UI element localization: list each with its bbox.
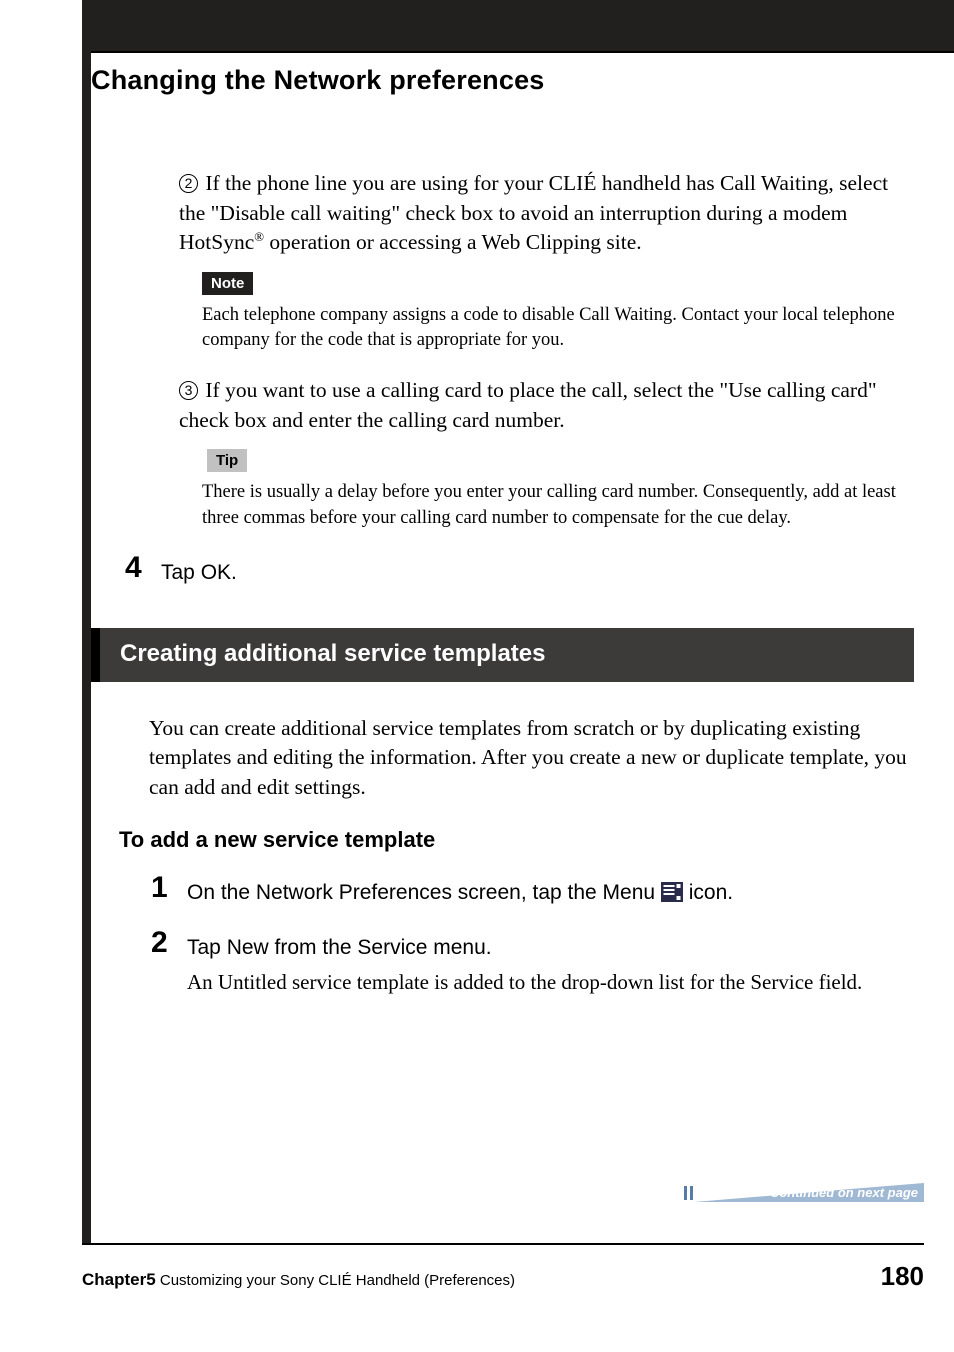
circled-number-3: 3	[179, 381, 198, 400]
menu-icon	[661, 881, 683, 910]
page-title: Changing the Network preferences	[91, 65, 914, 96]
top-black-band	[82, 0, 954, 51]
subsection-heading-bar: Creating additional service templates	[91, 628, 914, 682]
tip-body: There is usually a delay before you ente…	[179, 480, 914, 531]
step-1-text-after: icon.	[689, 881, 733, 904]
continued-tick-icon	[684, 1186, 687, 1200]
step-number-4: 4	[125, 553, 145, 583]
note-badge: Note	[202, 272, 253, 295]
step-1-text-before: On the Network Preferences screen, tap t…	[187, 881, 661, 904]
step-4-row: 4 Tap OK.	[125, 553, 914, 587]
step-number-1: 1	[151, 873, 171, 903]
page-number: 180	[881, 1261, 924, 1292]
substep-2-text-b: operation or accessing a Web Clipping si…	[264, 230, 642, 254]
circled-number-2: 2	[179, 174, 198, 193]
step-number-2: 2	[151, 928, 171, 958]
substep-2: 2 If the phone line you are using for yo…	[179, 169, 914, 258]
sub-sub-heading: To add a new service template	[119, 827, 914, 853]
footer-chapter-text: Customizing your Sony CLIÉ Handheld (Pre…	[156, 1272, 515, 1289]
substep-3-text: If you want to use a calling card to pla…	[179, 378, 877, 432]
step-2-detail: An Untitled service template is added to…	[187, 968, 914, 997]
page-footer: Chapter5 Customizing your Sony CLIÉ Hand…	[82, 1243, 924, 1292]
left-vertical-bar	[82, 0, 91, 1245]
continued-text: Continued on next page	[770, 1184, 918, 1202]
footer-chapter-label: Chapter5	[82, 1270, 156, 1289]
subsection-heading: Creating additional service templates	[120, 640, 894, 668]
step-1-row: 1 On the Network Preferences screen, tap…	[151, 873, 914, 910]
registered-mark: ®	[254, 230, 264, 244]
subsection-intro: You can create additional service templa…	[149, 714, 914, 803]
note-body: Each telephone company assigns a code to…	[179, 303, 914, 354]
continued-indicator: Continued on next page	[694, 1178, 924, 1202]
step-4-text: Tap OK.	[161, 553, 914, 587]
step-2-row: 2 Tap New from the Service menu. An Unti…	[151, 928, 914, 997]
step-2-text: Tap New from the Service menu.	[187, 933, 914, 962]
continued-tick-icon	[690, 1186, 693, 1200]
tip-badge: Tip	[207, 449, 247, 472]
substep-3: 3 If you want to use a calling card to p…	[179, 376, 914, 435]
